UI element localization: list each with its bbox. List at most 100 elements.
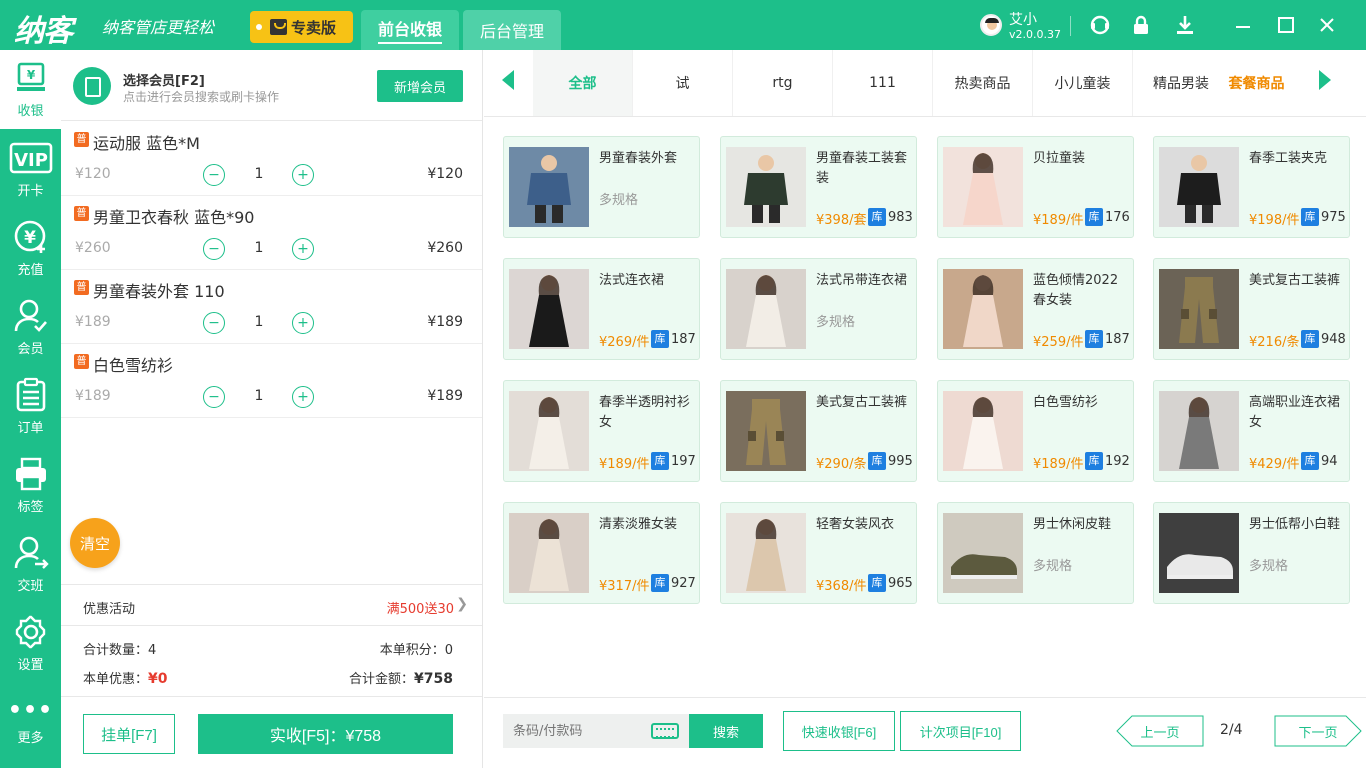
sidebar-item-open-card[interactable]: VIP 开卡 xyxy=(0,130,61,209)
side-nav: ¥ 收银 VIP 开卡 ¥ 充值 会员 订单 标签 交班 设置 ••• 更多 xyxy=(0,50,61,768)
decrease-qty-button[interactable]: − xyxy=(203,386,225,408)
increase-qty-button[interactable]: + xyxy=(292,386,314,408)
product-card[interactable]: 男士休闲皮鞋 多规格 xyxy=(937,502,1134,604)
product-card[interactable]: 男童春装工装套装 ¥398/套库 983 xyxy=(720,136,917,238)
tab-backend-admin[interactable]: 后台管理 xyxy=(463,10,561,50)
category-tab[interactable]: 小儿童装 xyxy=(1033,50,1133,116)
category-tab[interactable]: 精品男装 xyxy=(1133,50,1213,116)
lock-icon[interactable] xyxy=(1130,14,1152,36)
member-selector[interactable]: 选择会员[F2] 点击进行会员搜索或刷卡操作 新增会员 xyxy=(61,50,482,121)
printer-icon xyxy=(15,457,46,491)
category-tab[interactable]: 套餐商品 xyxy=(1213,50,1300,116)
product-card[interactable]: 春季半透明衬衫女 ¥189/件库 197 xyxy=(503,380,700,482)
category-tab[interactable]: 全部 xyxy=(533,50,633,116)
item-quantity[interactable]: 1 xyxy=(247,388,271,404)
product-card[interactable]: 轻奢女装风衣 ¥368/件库 965 xyxy=(720,502,917,604)
sidebar-item-more[interactable]: ••• 更多 xyxy=(0,689,61,768)
category-tab[interactable]: 111 xyxy=(833,50,933,116)
shift-handover-icon xyxy=(14,536,49,569)
item-name: 白色雪纺衫 xyxy=(93,356,174,375)
product-card[interactable]: 法式连衣裙 ¥269/件库 187 xyxy=(503,258,700,360)
category-tab[interactable]: 热卖商品 xyxy=(933,50,1033,116)
product-image xyxy=(726,391,806,471)
shopping-bag-icon xyxy=(270,19,287,35)
recharge-icon: ¥ xyxy=(14,220,45,253)
count-items-button[interactable]: 计次项目[F10] xyxy=(900,711,1021,751)
category-next-arrow-icon[interactable] xyxy=(1317,70,1331,90)
cart-item[interactable]: 普男童卫衣春秋 蓝色*90 ¥260 − 1 + ¥260 xyxy=(61,196,482,270)
checkout-button[interactable]: 实收[F5]：¥758 xyxy=(198,714,453,754)
increase-qty-button[interactable]: + xyxy=(292,238,314,260)
increase-qty-button[interactable]: + xyxy=(292,312,314,334)
sidebar-item-shift[interactable]: 交班 xyxy=(0,525,61,604)
product-card[interactable]: 高端职业连衣裙女 ¥429/件库 94 xyxy=(1153,380,1350,482)
item-quantity[interactable]: 1 xyxy=(247,240,271,256)
keyboard-icon[interactable] xyxy=(651,723,679,739)
sidebar-item-recharge[interactable]: ¥ 充值 xyxy=(0,209,61,288)
stock-info: 库 975 xyxy=(1301,207,1346,227)
points-row: 本单积分：0 xyxy=(380,639,453,658)
category-tab[interactable]: rtg xyxy=(733,50,833,116)
promotion-row[interactable]: 优惠活动 满500送30 ❯ xyxy=(61,584,482,626)
sidebar-item-label-print[interactable]: 标签 xyxy=(0,446,61,525)
prev-page-button[interactable]: 上一页 xyxy=(1116,715,1204,747)
cart-item[interactable]: 普白色雪纺衫 ¥189 − 1 + ¥189 xyxy=(61,344,482,418)
product-card[interactable]: 法式吊带连衣裙 多规格 xyxy=(720,258,917,360)
decrease-qty-button[interactable]: − xyxy=(203,164,225,186)
multi-spec-label: 多规格 xyxy=(1249,559,1289,574)
app-slogan: 纳客管店更轻松 xyxy=(102,18,215,37)
category-tab[interactable]: 试 xyxy=(633,50,733,116)
sidebar-item-label: 更多 xyxy=(17,731,44,746)
product-card[interactable]: 贝拉童装 ¥189/件库 176 xyxy=(937,136,1134,238)
discount-row: 本单优惠：¥0 xyxy=(83,668,168,687)
quick-checkout-button[interactable]: 快速收银[F6] xyxy=(783,711,895,751)
product-price: ¥189/件 xyxy=(1033,213,1084,228)
edition-label: 专卖版 xyxy=(291,18,337,37)
next-page-button[interactable]: 下一页 xyxy=(1274,715,1362,747)
product-price: ¥317/件 xyxy=(599,579,650,594)
product-name: 男士低帮小白鞋 xyxy=(1249,517,1341,532)
download-icon[interactable] xyxy=(1174,14,1196,36)
decrease-qty-button[interactable]: − xyxy=(203,238,225,260)
item-quantity[interactable]: 1 xyxy=(247,314,271,330)
search-button[interactable]: 搜索 xyxy=(689,714,763,748)
product-card[interactable]: 美式复古工装裤 ¥290/条库 995 xyxy=(720,380,917,482)
product-card[interactable]: 白色雪纺衫 ¥189/件库 192 xyxy=(937,380,1134,482)
user-name[interactable]: 艾小 xyxy=(1009,9,1037,29)
product-card[interactable]: 男童春装外套 多规格 xyxy=(503,136,700,238)
category-bar: 全部试 rtg 111 热卖商品 小儿童装 精品男装 套餐商品 xyxy=(484,50,1366,117)
product-price: ¥368/件 xyxy=(816,579,867,594)
tab-front-cashier[interactable]: 前台收银 xyxy=(361,10,459,50)
increase-qty-button[interactable]: + xyxy=(292,164,314,186)
add-member-button[interactable]: 新增会员 xyxy=(377,70,463,102)
user-avatar[interactable] xyxy=(980,14,1002,36)
product-card[interactable]: 清素淡雅女装 ¥317/件库 927 xyxy=(503,502,700,604)
sidebar-item-settings[interactable]: 设置 xyxy=(0,604,61,683)
product-name: 法式吊带连衣裙 xyxy=(816,273,908,288)
item-quantity[interactable]: 1 xyxy=(247,166,271,182)
sidebar-item-order[interactable]: 订单 xyxy=(0,367,61,446)
stock-info: 库 983 xyxy=(868,207,913,227)
product-name: 春季工装夹克 xyxy=(1249,151,1328,166)
cart-item[interactable]: 普男童春装外套 110 ¥189 − 1 + ¥189 xyxy=(61,270,482,344)
item-name: 运动服 蓝色*M xyxy=(93,134,200,153)
minimize-icon[interactable] xyxy=(1232,14,1254,36)
total-qty-value: 4 xyxy=(148,643,157,658)
product-card[interactable]: 美式复古工装裤 ¥216/条库 948 xyxy=(1153,258,1350,360)
clear-cart-button[interactable]: 清空 xyxy=(70,518,120,568)
sidebar-item-label: 设置 xyxy=(17,658,44,673)
maximize-icon[interactable] xyxy=(1275,14,1297,36)
cart-item[interactable]: 普运动服 蓝色*M ¥120 − 1 + ¥120 xyxy=(61,122,482,196)
support-headset-icon[interactable] xyxy=(1089,14,1111,36)
category-prev-arrow-icon[interactable] xyxy=(502,70,516,90)
product-card[interactable]: 蓝色倾情2022春女装 ¥259/件库 187 xyxy=(937,258,1134,360)
product-card[interactable]: 男士低帮小白鞋 多规格 xyxy=(1153,502,1350,604)
member-icon xyxy=(14,299,47,332)
sidebar-item-label: 收银 xyxy=(17,104,44,119)
sidebar-item-member[interactable]: 会员 xyxy=(0,288,61,367)
product-card[interactable]: 春季工装夹克 ¥198/件库 975 xyxy=(1153,136,1350,238)
close-icon[interactable] xyxy=(1316,14,1338,36)
decrease-qty-button[interactable]: − xyxy=(203,312,225,334)
hang-order-button[interactable]: 挂单[F7] xyxy=(83,714,175,754)
sidebar-item-cashier[interactable]: ¥ 收银 xyxy=(0,50,61,129)
